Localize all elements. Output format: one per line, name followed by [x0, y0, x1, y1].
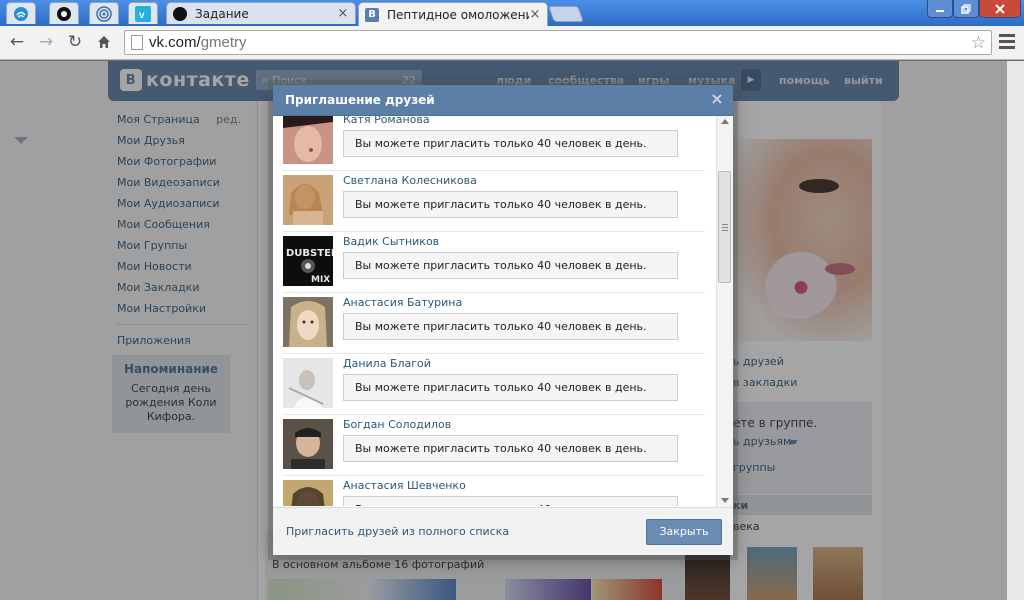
- new-tab-button[interactable]: [548, 6, 584, 22]
- friend-row: Анастасия Шевченко Вы можете пригласить …: [283, 476, 705, 506]
- friend-name[interactable]: Богдан Солодилов: [343, 418, 451, 431]
- pinned-tab[interactable]: v: [128, 2, 158, 24]
- restore-icon: [961, 3, 971, 14]
- friends-list: Катя Романова Вы можете пригласить тольк…: [273, 116, 733, 506]
- back-button[interactable]: ←: [6, 31, 28, 53]
- friend-row: Светлана Колесникова Вы можете пригласит…: [283, 171, 705, 232]
- close-button[interactable]: Закрыть: [646, 519, 722, 545]
- chrome-menu-button[interactable]: [999, 34, 1015, 50]
- close-tab-icon[interactable]: ×: [529, 7, 541, 22]
- pinned-tab[interactable]: [89, 2, 119, 24]
- avatar[interactable]: [283, 116, 333, 164]
- dialog-footer: Пригласить друзей из полного списка Закр…: [273, 507, 733, 555]
- invite-limit-message: Вы можете пригласить только 40 человек в…: [343, 313, 678, 340]
- tab-task[interactable]: Задание ×: [166, 2, 356, 24]
- friend-row: Данила Благой Вы можете пригласить тольк…: [283, 354, 705, 415]
- close-icon[interactable]: ×: [709, 90, 725, 108]
- scroll-up-icon[interactable]: [721, 119, 729, 124]
- tab-label: Задание: [195, 6, 249, 21]
- invite-limit-message: Вы можете пригласить только 40 человек в…: [343, 130, 678, 157]
- invite-limit-message: Вы можете пригласить только 40 человек в…: [343, 191, 678, 218]
- svg-text:v: v: [139, 10, 145, 21]
- friend-name[interactable]: Катя Романова: [343, 116, 430, 126]
- invite-limit-message: Вы можете пригласить только 40 человек в…: [343, 252, 678, 279]
- avatar[interactable]: [283, 297, 333, 347]
- friend-name[interactable]: Анастасия Шевченко: [343, 479, 466, 492]
- tab-peptide[interactable]: В Пептидное омоложение ×: [358, 2, 548, 26]
- friend-name[interactable]: Светлана Колесникова: [343, 174, 477, 187]
- arrow-left-icon: ←: [9, 32, 25, 52]
- address-bar[interactable]: vk.com/gmetry ☆: [124, 30, 992, 55]
- target-logo-icon: [96, 5, 112, 22]
- browser-title-bar: v Задание × В Пептидное омоложение ×: [0, 0, 1024, 26]
- tab-label: Пептидное омоложение: [387, 7, 529, 22]
- close-tab-icon[interactable]: ×: [337, 6, 349, 21]
- invite-friends-dialog: Приглашение друзей × Катя Романова Вы мо…: [273, 85, 733, 555]
- avatar[interactable]: [283, 419, 333, 469]
- minimize-icon: [936, 9, 944, 12]
- page-icon: [131, 35, 143, 50]
- friend-name[interactable]: Анастасия Батурина: [343, 296, 462, 309]
- invite-limit-message: Вы можете пригласить только 40 человек в…: [343, 435, 678, 462]
- svg-text:MIX: MIX: [311, 275, 330, 285]
- vk-icon: В: [365, 7, 379, 22]
- circle-logo-icon: [57, 6, 71, 21]
- friend-row: Анастасия Батурина Вы можете пригласить …: [283, 293, 705, 354]
- pinned-tab[interactable]: [49, 2, 79, 24]
- friend-name[interactable]: Вадик Сытников: [343, 235, 439, 248]
- browser-toolbar: ← → ↻ vk.com/gmetry ☆: [0, 26, 1024, 60]
- avatar[interactable]: [283, 480, 333, 506]
- minimize-button[interactable]: [927, 0, 953, 18]
- friends-list-scrollbar[interactable]: [716, 116, 733, 507]
- friend-name[interactable]: Данила Благой: [343, 357, 431, 370]
- reload-button[interactable]: ↻: [64, 31, 86, 53]
- arrow-right-icon: →: [38, 32, 54, 52]
- bookmark-star-icon[interactable]: ☆: [971, 33, 986, 53]
- avatar[interactable]: DUBSTEP MIX: [283, 236, 333, 286]
- svg-text:DUBSTEP: DUBSTEP: [286, 248, 333, 259]
- scrollbar-thumb[interactable]: [718, 171, 731, 283]
- wifi-logo-icon: [14, 6, 28, 21]
- avatar[interactable]: [283, 175, 333, 225]
- vimeo-logo-icon: v: [135, 5, 151, 22]
- dialog-title: Приглашение друзей: [285, 93, 435, 107]
- forward-button[interactable]: →: [35, 31, 57, 53]
- page-scrollbar[interactable]: [1007, 61, 1024, 600]
- maximize-button[interactable]: [953, 0, 979, 18]
- url-text: vk.com/gmetry: [149, 34, 247, 51]
- friend-row: Богдан Солодилов Вы можете пригласить то…: [283, 415, 705, 476]
- invite-limit-message: Вы можете пригласить только 40 человек в…: [343, 496, 678, 506]
- url-host: vk.com/: [149, 34, 201, 51]
- circle-logo-icon: [173, 6, 187, 21]
- friend-row: Катя Романова Вы можете пригласить тольк…: [283, 116, 705, 171]
- home-icon: [98, 36, 110, 48]
- reload-icon: ↻: [67, 32, 83, 52]
- invite-full-list-link[interactable]: Пригласить друзей из полного списка: [286, 525, 509, 538]
- url-path: gmetry: [200, 34, 247, 51]
- dialog-header: Приглашение друзей ×: [273, 85, 733, 116]
- friend-row: DUBSTEP MIX Вадик Сытников Вы можете приг…: [283, 232, 705, 293]
- close-icon: [995, 3, 1005, 14]
- pinned-tab[interactable]: [6, 2, 36, 24]
- home-button[interactable]: [93, 31, 115, 53]
- scroll-down-icon[interactable]: [721, 498, 729, 503]
- avatar[interactable]: [283, 358, 333, 408]
- window-close-button[interactable]: [979, 0, 1021, 18]
- invite-limit-message: Вы можете пригласить только 40 человек в…: [343, 374, 678, 401]
